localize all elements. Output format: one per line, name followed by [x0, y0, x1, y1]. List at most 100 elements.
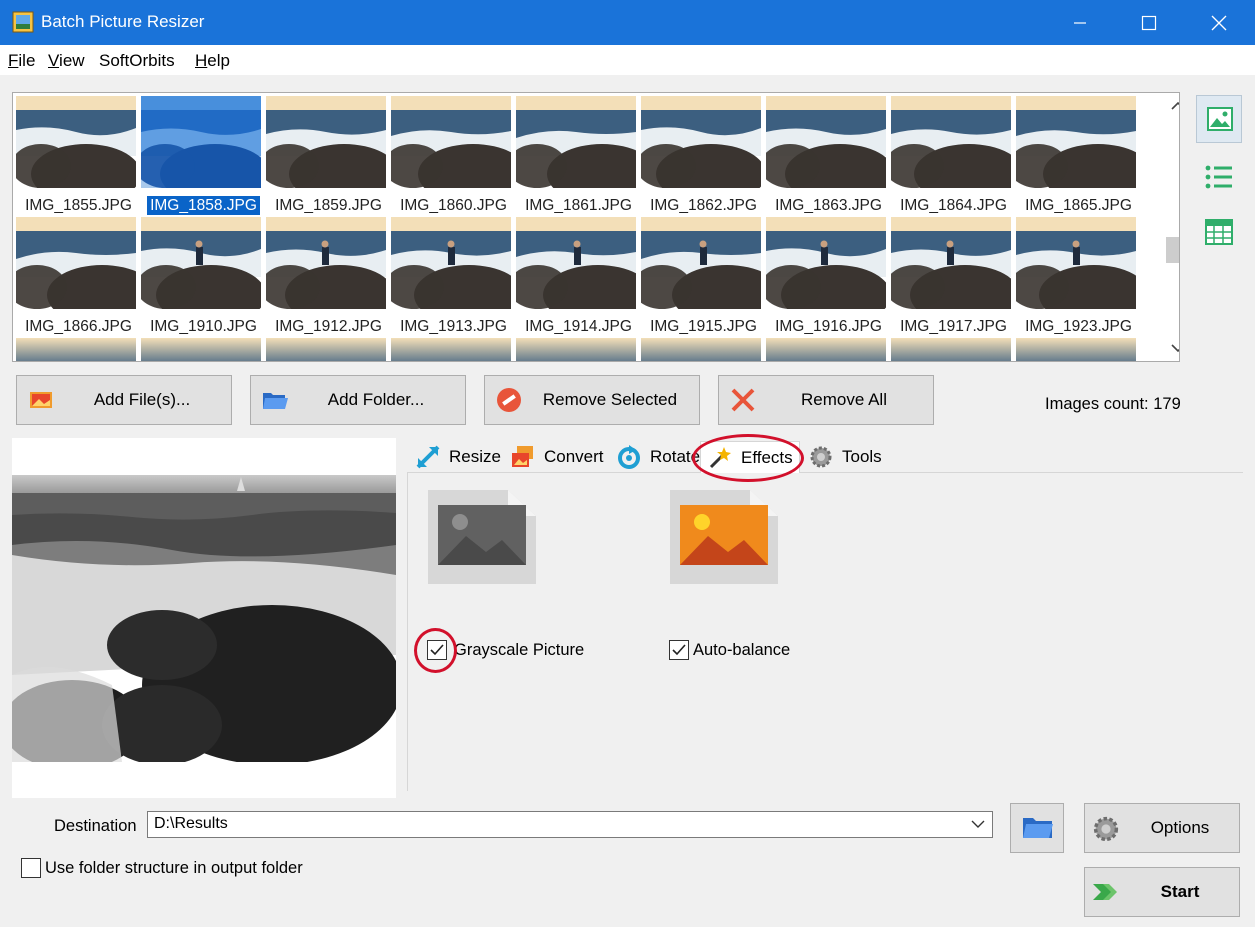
destination-value: D:\Results: [154, 815, 228, 832]
rotate-icon: [618, 445, 640, 469]
destination-combobox[interactable]: D:\Results: [147, 811, 993, 838]
tab-convert[interactable]: Convert: [510, 441, 604, 473]
thumbnail-image: [641, 217, 761, 309]
grayscale-label: Grayscale Picture: [454, 641, 585, 659]
thumbnail-label: IMG_1910.JPG: [150, 318, 257, 335]
thumbnail-image: [141, 96, 261, 188]
tab-rotate[interactable]: Rotate: [616, 441, 700, 473]
start-arrow-icon: [1093, 884, 1117, 900]
app-icon: [12, 11, 34, 33]
list-view-icon[interactable]: [1203, 163, 1235, 191]
thumbnail-view-button[interactable]: [1196, 95, 1242, 143]
tab-resize-label: Resize: [449, 447, 501, 466]
grayscale-effect-icon: [428, 490, 536, 584]
thumbnail-item[interactable]: IMG_1858.JPG: [141, 96, 261, 215]
checkmark-icon: [672, 644, 686, 656]
thumbnail-item[interactable]: IMG_1865.JPG: [1016, 96, 1136, 214]
thumbnail-image: [891, 217, 1011, 309]
remove-selected-button[interactable]: Remove Selected: [484, 375, 700, 425]
thumbnail-item[interactable]: IMG_1914.JPG: [516, 217, 636, 335]
thumbnail-item[interactable]: IMG_1860.JPG: [391, 96, 511, 214]
thumbnail-label: IMG_1915.JPG: [650, 318, 757, 335]
menu-softorbits[interactable]: SoftOrbits: [99, 51, 175, 71]
thumbnail-image: [766, 96, 886, 188]
thumbnail-partial[interactable]: [641, 338, 761, 361]
thumbnail-label: IMG_1913.JPG: [400, 318, 507, 335]
thumbnail-image: [141, 217, 261, 309]
thumbnail-item[interactable]: IMG_1866.JPG: [16, 217, 136, 335]
title-bar: Batch Picture Resizer: [0, 0, 1255, 45]
remove-all-button[interactable]: Remove All: [718, 375, 934, 425]
thumbnail-partial[interactable]: [391, 338, 511, 361]
thumbnail-item[interactable]: IMG_1861.JPG: [516, 96, 636, 214]
menu-bar: File View SoftOrbits Help: [0, 45, 1255, 75]
start-button[interactable]: Start: [1084, 867, 1240, 917]
thumbnail-item[interactable]: IMG_1923.JPG: [1016, 217, 1136, 335]
destination-label: Destination: [54, 817, 137, 835]
thumbnail-label: IMG_1923.JPG: [1025, 318, 1132, 335]
images-count: Images count: 179: [1045, 395, 1181, 413]
thumbnail-image: [391, 217, 511, 309]
chevron-down-icon[interactable]: [970, 816, 986, 832]
scroll-up-icon[interactable]: [1171, 101, 1180, 111]
browse-folder-button[interactable]: [1010, 803, 1064, 853]
maximize-button[interactable]: [1114, 0, 1184, 45]
scroll-down-icon[interactable]: [1171, 343, 1180, 353]
menu-help[interactable]: Help: [195, 51, 230, 71]
options-button[interactable]: Options: [1084, 803, 1240, 853]
thumbnail-item[interactable]: IMG_1863.JPG: [766, 96, 886, 214]
menu-view[interactable]: View: [48, 51, 85, 71]
gear-icon: [1093, 816, 1119, 842]
delete-x-icon: [731, 388, 755, 412]
gear-icon: [810, 446, 832, 468]
thumbnail-partial[interactable]: [16, 338, 136, 361]
thumbnail-label: IMG_1866.JPG: [25, 318, 132, 335]
remove-icon: [497, 388, 521, 412]
folder-icon: [1023, 818, 1053, 838]
add-folder-button[interactable]: Add Folder...: [250, 375, 466, 425]
thumbnail-image: [391, 96, 511, 188]
thumbnail-partial[interactable]: [266, 338, 386, 361]
thumbnail-partial[interactable]: [141, 338, 261, 361]
grayscale-checkbox-highlight-ring: [414, 628, 457, 673]
thumbnail-image: [16, 96, 136, 188]
thumbnail-label: IMG_1860.JPG: [400, 197, 507, 214]
thumbnail-item[interactable]: IMG_1862.JPG: [641, 96, 761, 214]
thumbnail-item[interactable]: IMG_1855.JPG: [16, 96, 136, 214]
close-button[interactable]: [1184, 0, 1254, 45]
thumbnail-partial[interactable]: [766, 338, 886, 361]
thumbnail-item[interactable]: IMG_1910.JPG: [141, 217, 261, 335]
thumbnail-label: IMG_1864.JPG: [900, 197, 1007, 214]
vertical-scrollbar[interactable]: [1166, 93, 1180, 361]
convert-icon: [512, 446, 533, 467]
thumbnail-partial[interactable]: [516, 338, 636, 361]
thumbnail-item[interactable]: IMG_1859.JPG: [266, 96, 386, 214]
thumbnail-label: IMG_1862.JPG: [650, 197, 757, 214]
thumbnail-item[interactable]: IMG_1915.JPG: [641, 217, 761, 335]
thumbnail-label: IMG_1916.JPG: [775, 318, 882, 335]
thumbnail-partial[interactable]: [1016, 338, 1136, 361]
add-image-icon: [30, 392, 52, 408]
folder-structure-checkbox[interactable]: [21, 858, 41, 878]
minimize-button[interactable]: [1045, 0, 1115, 45]
window-title: Batch Picture Resizer: [41, 12, 205, 31]
thumbnail-partial[interactable]: [891, 338, 1011, 361]
auto-balance-checkbox[interactable]: [669, 640, 689, 660]
table-view-icon[interactable]: [1203, 218, 1235, 246]
thumbnail-item[interactable]: IMG_1864.JPG: [891, 96, 1011, 214]
tab-resize[interactable]: Resize: [415, 441, 501, 473]
folder-structure-label: Use folder structure in output folder: [45, 859, 303, 877]
resize-icon: [416, 445, 440, 469]
tab-tools-label: Tools: [842, 447, 882, 466]
thumbnail-item[interactable]: IMG_1913.JPG: [391, 217, 511, 335]
minimize-icon: [1074, 21, 1086, 24]
tab-tools[interactable]: Tools: [808, 441, 882, 473]
thumbnail-item[interactable]: IMG_1917.JPG: [891, 217, 1011, 335]
menu-file[interactable]: File: [8, 51, 35, 71]
add-files-button[interactable]: Add File(s)...: [16, 375, 232, 425]
scrollbar-thumb[interactable]: [1166, 237, 1179, 263]
thumbnail-grid[interactable]: IMG_1855.JPG IMG_1858.JPG IMG_1859.JPG IMG_…: [12, 92, 1180, 362]
thumbnail-item[interactable]: IMG_1912.JPG: [266, 217, 386, 335]
thumbnail-label: IMG_1855.JPG: [25, 197, 132, 214]
thumbnail-item[interactable]: IMG_1916.JPG: [766, 217, 886, 335]
